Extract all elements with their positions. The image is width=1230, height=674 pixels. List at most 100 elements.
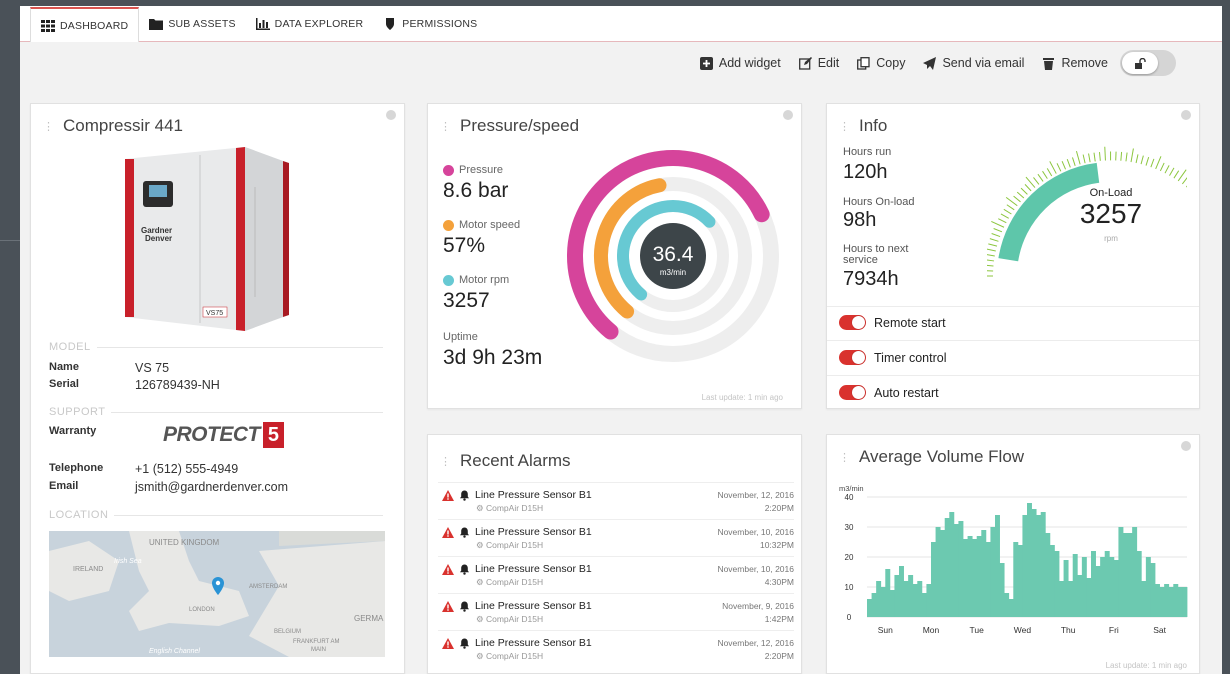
- flow-bar: [967, 536, 973, 617]
- flow-bar: [1086, 578, 1092, 617]
- flow-bar: [981, 530, 987, 617]
- flow-bar: [1100, 557, 1106, 617]
- rpm-label: Motor rpm: [459, 274, 510, 286]
- protect-years-badge: 5: [262, 422, 284, 448]
- tab-data-explorer[interactable]: DATA EXPLORER: [246, 7, 374, 41]
- gauge-tick: [1003, 208, 1012, 215]
- gauge-tick: [991, 233, 1001, 238]
- send-email-button[interactable]: Send via email: [923, 56, 1024, 70]
- flow-bar: [949, 512, 955, 617]
- card-title: Recent Alarms: [460, 451, 571, 470]
- gauge-tick: [1164, 165, 1170, 174]
- divider: [827, 340, 1199, 341]
- unlock-icon: [1134, 57, 1146, 69]
- flow-bar: [1182, 587, 1188, 617]
- flow-bar: [1136, 551, 1142, 617]
- gauge-tick: [1071, 157, 1076, 166]
- serial-row: Serial 126789439-NH: [49, 378, 220, 392]
- speed-value: 57%: [443, 234, 486, 257]
- remove-button[interactable]: Remove: [1042, 56, 1108, 70]
- map-label: FRANKFURT AM: [293, 639, 339, 645]
- flow-bar: [1004, 593, 1010, 617]
- alarm-source-text: CompAir D15H: [485, 540, 544, 550]
- tab-label: DASHBOARD: [60, 19, 129, 32]
- alarm-row[interactable]: Line Pressure Sensor B1 ⚙ CompAir D15H Nov…: [438, 593, 794, 630]
- location-head: LOCATION: [49, 509, 109, 521]
- alarm-row[interactable]: Line Pressure Sensor B1 ⚙ CompAir D15H Nov…: [438, 519, 794, 556]
- flow-bar: [953, 524, 959, 617]
- flow-bar: [1155, 584, 1160, 617]
- flow-bar: [867, 599, 872, 617]
- auto-restart-toggle[interactable]: [839, 385, 866, 400]
- lock-toggle[interactable]: [1120, 50, 1176, 76]
- alarm-source-text: CompAir D15H: [485, 651, 544, 661]
- flow-bar: [995, 515, 1000, 617]
- edit-button[interactable]: Edit: [798, 56, 839, 70]
- warning-icon: [442, 563, 454, 575]
- add-widget-button[interactable]: Add widget: [699, 56, 781, 70]
- tab-sub-assets[interactable]: SUB ASSETS: [139, 7, 245, 41]
- map-label: UNITED KINGDOM: [149, 538, 220, 547]
- map-label: AMSTERDAM: [249, 584, 287, 590]
- alarm-time: 2:20PM: [764, 503, 794, 513]
- flow-bar: [1045, 533, 1051, 617]
- drag-handle-icon[interactable]: ⋮: [43, 120, 54, 133]
- toggle-label: Remote start: [874, 315, 946, 330]
- flow-bar: [917, 581, 923, 617]
- settings-icon[interactable]: [386, 110, 396, 120]
- drag-handle-icon[interactable]: ⋮: [440, 120, 451, 133]
- card-title: Info: [859, 116, 888, 135]
- settings-icon[interactable]: [1181, 441, 1191, 451]
- drag-handle-icon[interactable]: ⋮: [839, 120, 850, 133]
- tab-dashboard[interactable]: DASHBOARD: [30, 7, 140, 42]
- gauge-tick: [993, 228, 1003, 233]
- flow-bar: [1177, 587, 1183, 617]
- settings-icon[interactable]: [783, 110, 793, 120]
- alarm-date: November, 12, 2016: [717, 638, 794, 648]
- serial-label: Serial: [49, 378, 79, 390]
- alarm-time: 2:20PM: [764, 651, 794, 661]
- gauge-tick: [1033, 177, 1040, 185]
- toolbar: Add widget Edit Copy Send via email Remo…: [20, 42, 1222, 84]
- warranty-label: Warranty: [49, 425, 97, 437]
- warning-icon: [442, 526, 454, 538]
- hours-run-label: Hours run: [843, 146, 892, 158]
- flow-bar: [1095, 566, 1101, 617]
- lock-toggle-knob[interactable]: [1122, 52, 1158, 74]
- gauge-tick: [1135, 154, 1139, 164]
- location-map[interactable]: UNITED KINGDOM Irish Sea IRELAND LONDON …: [49, 531, 385, 657]
- gauge-tick: [1061, 160, 1067, 170]
- rpm-metric: Motor rpm 3257: [443, 274, 509, 313]
- y-tick-label: 40: [845, 493, 854, 502]
- email-value[interactable]: jsmith@gardnerdenver.com: [135, 480, 288, 494]
- timer-control-toggle[interactable]: [839, 350, 866, 365]
- flow-bar: [1059, 581, 1064, 617]
- remote-start-toggle[interactable]: [839, 315, 866, 330]
- alarm-row[interactable]: Line Pressure Sensor B1 ⚙ CompAir D15H Nov…: [438, 556, 794, 593]
- drag-handle-icon[interactable]: ⋮: [440, 455, 451, 468]
- telephone-value[interactable]: +1 (512) 555-4949: [135, 462, 238, 476]
- hours-run-metric: Hours run 120h: [843, 146, 891, 184]
- gauge-tick: [988, 243, 998, 247]
- compressor-card: ⋮ Compressir 441 Gardner Denver VS75 MODE…: [30, 103, 405, 674]
- flow-bar: [1036, 515, 1042, 617]
- gauge-tick: [1130, 148, 1134, 163]
- tab-permissions[interactable]: PERMISSIONS: [373, 7, 487, 41]
- alarm-row[interactable]: Line Pressure Sensor B1 ⚙ CompAir D15H Nov…: [438, 482, 794, 519]
- flow-bar: [1017, 545, 1023, 617]
- drag-handle-icon[interactable]: ⋮: [839, 451, 850, 464]
- alarm-row[interactable]: Line Pressure Sensor B1 ⚙ CompAir D15H Nov…: [438, 630, 794, 667]
- bar-chart-icon: [255, 18, 270, 30]
- trash-icon: [1043, 57, 1055, 70]
- copy-button[interactable]: Copy: [857, 56, 905, 70]
- shield-icon: [386, 18, 395, 30]
- remote-start-toggle-row: Remote start: [839, 315, 946, 330]
- flow-bar: [1127, 533, 1133, 617]
- gauge-tick: [1177, 169, 1187, 182]
- remove-label: Remove: [1061, 56, 1108, 70]
- gauge-tick: [1181, 177, 1187, 185]
- map-label: GERMA: [354, 614, 384, 623]
- x-tick-label: Fri: [1109, 625, 1119, 635]
- alarm-time: 10:32PM: [759, 540, 794, 550]
- gauge-tick: [987, 248, 996, 252]
